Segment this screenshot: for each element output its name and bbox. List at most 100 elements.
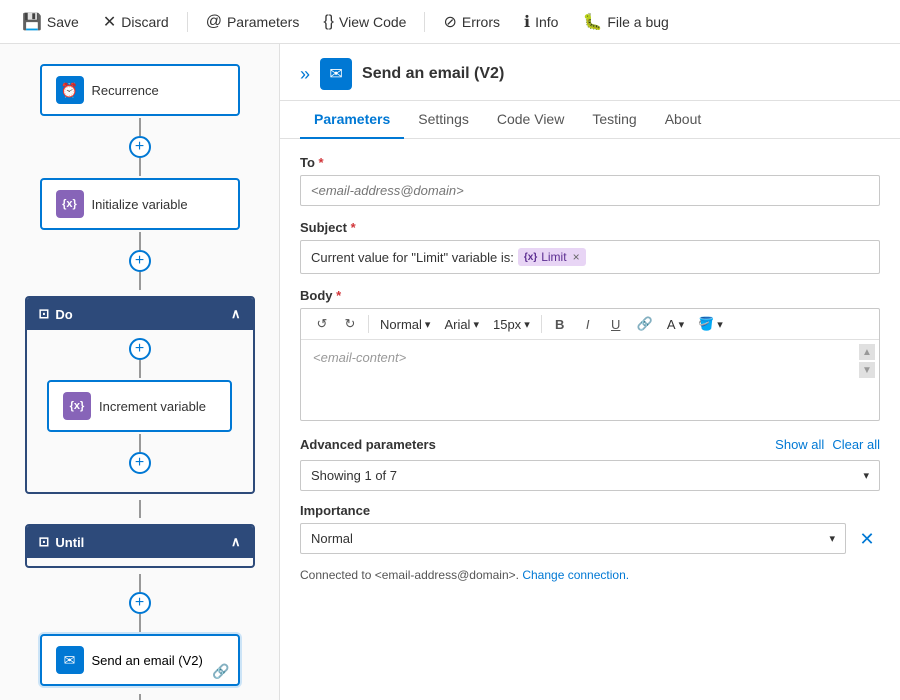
line4 xyxy=(139,272,141,290)
italic-button[interactable]: I xyxy=(575,314,601,335)
connector3 xyxy=(139,500,141,518)
do-collapse-icon[interactable]: ∧ xyxy=(231,306,241,322)
importance-remove-button[interactable]: ✕ xyxy=(854,527,880,553)
highlight-button[interactable]: 🪣 ▾ xyxy=(692,313,729,335)
errors-button[interactable]: ⊘ Errors xyxy=(433,7,510,37)
undo-button[interactable]: ↺ xyxy=(309,313,335,335)
bold-button[interactable]: B xyxy=(547,314,573,335)
separator xyxy=(187,12,188,32)
add-between-2[interactable]: + xyxy=(129,250,151,272)
format-chevron: ▾ xyxy=(425,318,431,331)
advanced-section: Advanced parameters Show all Clear all S… xyxy=(300,437,880,582)
link-button[interactable]: 🔗 xyxy=(631,313,659,335)
init-var-node[interactable]: {x} Initialize variable xyxy=(40,178,240,230)
clear-all-button[interactable]: Clear all xyxy=(832,437,880,452)
discard-icon: ✕ xyxy=(103,12,116,32)
info-button[interactable]: ℹ Info xyxy=(514,7,568,37)
tab-testing[interactable]: Testing xyxy=(578,101,650,139)
redo-button[interactable]: ↻ xyxy=(337,313,363,335)
tab-settings[interactable]: Settings xyxy=(404,101,483,139)
underline-button[interactable]: U xyxy=(603,314,629,335)
tab-codeview[interactable]: Code View xyxy=(483,101,578,139)
body-label: Body * xyxy=(300,288,880,303)
scroll-down[interactable]: ▼ xyxy=(859,362,875,378)
connector2: + xyxy=(129,232,151,290)
connection-text: Connected to <email-address@domain>. xyxy=(300,568,519,582)
do-line1 xyxy=(139,360,141,378)
panel-title-icon: ✉ xyxy=(320,58,352,90)
recurrence-icon: ⏰ xyxy=(56,76,84,104)
to-input[interactable] xyxy=(300,175,880,206)
change-connection-link[interactable]: Change connection. xyxy=(522,568,629,582)
view-code-button[interactable]: {} View Code xyxy=(313,8,416,36)
do-loop-node: ⊡ Do ∧ + {x} Increment variable + xyxy=(25,296,255,494)
body-editor: ↺ ↻ Normal ▾ Arial ▾ 15px xyxy=(300,308,880,421)
increment-node[interactable]: {x} Increment variable xyxy=(47,380,232,432)
importance-label: Importance xyxy=(300,503,846,518)
until-icon: ⊡ xyxy=(39,534,50,550)
format-dropdown[interactable]: Normal ▾ xyxy=(374,314,436,335)
editor-toolbar: ↺ ↻ Normal ▾ Arial ▾ 15px xyxy=(301,309,879,340)
send-email-node[interactable]: ✉ Send an email (V2) 🔗 xyxy=(40,634,240,686)
importance-row: Importance Normal ▾ ✕ xyxy=(300,503,880,554)
save-icon: 💾 xyxy=(22,12,42,32)
expand-button[interactable]: » xyxy=(300,64,310,85)
scroll-up[interactable]: ▲ xyxy=(859,344,875,360)
connector1: + xyxy=(129,118,151,176)
importance-dropdown[interactable]: Normal ▾ xyxy=(300,523,846,554)
token-label: Limit xyxy=(541,250,566,264)
to-label: To * xyxy=(300,155,880,170)
send-email-label: Send an email (V2) xyxy=(92,653,203,668)
init-var-icon: {x} xyxy=(56,190,84,218)
increment-icon: {x} xyxy=(63,392,91,420)
subject-field[interactable]: Current value for "Limit" variable is: {… xyxy=(300,240,880,274)
showing-label: Showing 1 of 7 xyxy=(311,468,397,483)
add-between-3[interactable]: + xyxy=(129,592,151,614)
subject-required: * xyxy=(351,220,356,235)
discard-button[interactable]: ✕ Discard xyxy=(93,7,179,37)
panel-content: To * Subject * Current value for "Limit"… xyxy=(280,139,900,700)
font-color-label: A xyxy=(667,317,676,332)
add-after-increment[interactable]: + xyxy=(129,452,151,474)
token-remove[interactable]: × xyxy=(573,250,580,264)
body-field-group: Body * ↺ ↻ Normal ▾ Arial ▾ xyxy=(300,288,880,421)
tab-about[interactable]: About xyxy=(651,101,716,139)
editor-content[interactable]: <email-content> ▲ ▼ xyxy=(301,340,879,420)
init-var-label: Initialize variable xyxy=(92,197,188,212)
do-label: Do xyxy=(55,307,72,322)
do-connector2: + xyxy=(129,434,151,474)
size-dropdown[interactable]: 15px ▾ xyxy=(487,314,536,335)
toolbar: 💾 Save ✕ Discard @ Parameters {} View Co… xyxy=(0,0,900,44)
showing-chevron: ▾ xyxy=(863,469,869,482)
connector5: + xyxy=(129,694,151,700)
font-color-button[interactable]: A ▾ xyxy=(661,314,690,335)
do-icon: ⊡ xyxy=(39,306,50,322)
errors-icon: ⊘ xyxy=(443,12,456,32)
add-between-1[interactable]: + xyxy=(129,136,151,158)
add-in-do[interactable]: + xyxy=(129,338,151,360)
scroll-arrows: ▲ ▼ xyxy=(859,344,875,378)
do-loop-header[interactable]: ⊡ Do ∧ xyxy=(27,298,253,330)
save-button[interactable]: 💾 Save xyxy=(12,7,89,37)
show-all-button[interactable]: Show all xyxy=(775,437,824,452)
until-collapse-icon[interactable]: ∧ xyxy=(231,534,241,550)
subject-label: Subject * xyxy=(300,220,880,235)
panel-tabs: Parameters Settings Code View Testing Ab… xyxy=(280,101,900,139)
font-dropdown[interactable]: Arial ▾ xyxy=(438,314,485,335)
advanced-header: Advanced parameters Show all Clear all xyxy=(300,437,880,452)
line5 xyxy=(139,500,141,518)
format-label: Normal xyxy=(380,317,422,332)
parameters-button[interactable]: @ Parameters xyxy=(196,8,310,36)
link-icon: 🔗 xyxy=(212,663,229,680)
importance-group: Importance Normal ▾ xyxy=(300,503,846,554)
body-required: * xyxy=(336,288,341,303)
file-bug-button[interactable]: 🐛 File a bug xyxy=(572,7,678,37)
token-icon: {x} xyxy=(524,252,537,263)
showing-dropdown[interactable]: Showing 1 of 7 ▾ xyxy=(300,460,880,491)
recurrence-node[interactable]: ⏰ Recurrence xyxy=(40,64,240,116)
to-required: * xyxy=(319,155,324,170)
until-header[interactable]: ⊡ Until ∧ xyxy=(27,526,253,558)
panel-header: » ✉ Send an email (V2) xyxy=(280,44,900,101)
size-label: 15px xyxy=(493,317,521,332)
tab-parameters[interactable]: Parameters xyxy=(300,101,404,139)
